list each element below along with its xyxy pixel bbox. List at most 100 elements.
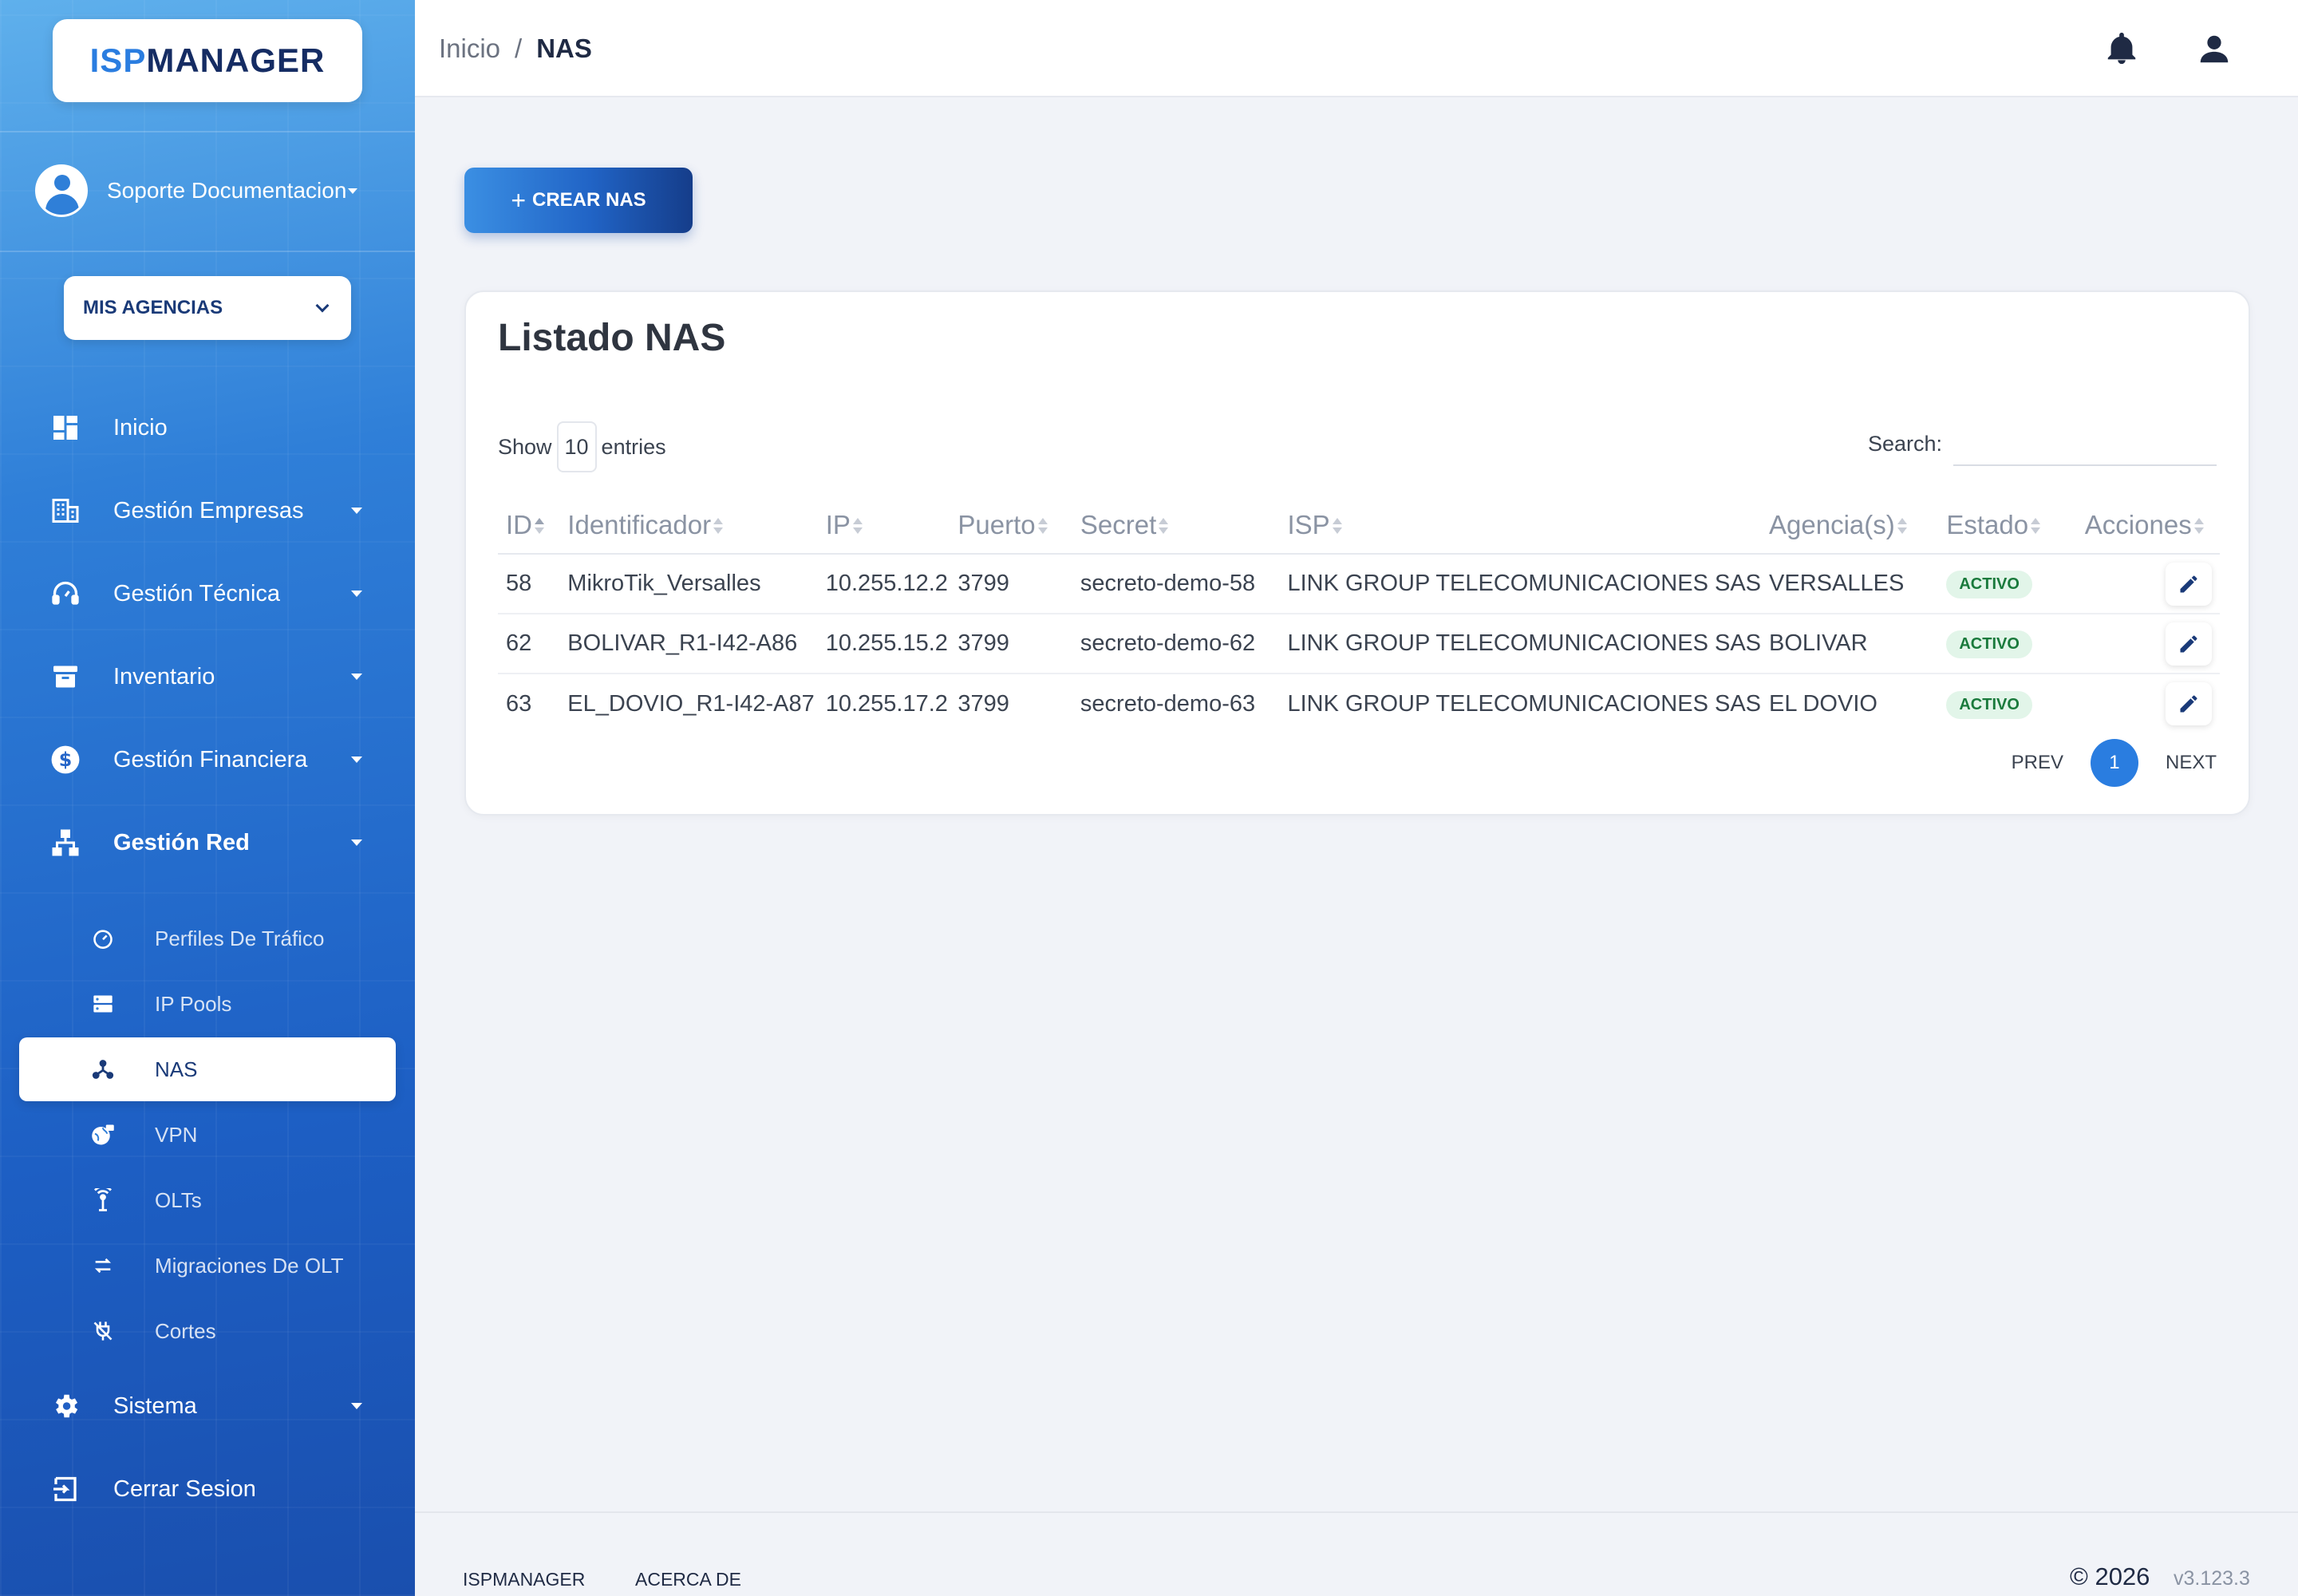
pencil-icon [2180,635,2197,652]
sidebar-item-inicio[interactable]: Inicio [0,402,415,453]
cell-puerto: 3799 [958,690,1009,717]
sort-icon [1897,517,1908,535]
footer: ISPMANAGER ACERCA DE © 2026 v3.123.3 [415,1511,2298,1596]
chevron-down-icon [315,298,330,313]
cell-secret: secreto-demo-63 [1080,690,1256,717]
caret-down-icon [351,508,362,514]
globe-lock-icon [91,1123,115,1147]
gear-icon [49,1390,81,1422]
column-header-id[interactable]: ID [498,496,560,555]
sidebar-subitem-olts[interactable]: OLTs [0,1176,415,1224]
sidebar-subitem-label: IP Pools [155,991,232,1016]
swap-icon [91,1254,115,1278]
sidebar-item-gestion-empresas[interactable]: Gestión Empresas [0,485,415,536]
logout-icon [49,1473,81,1505]
sidebar-item-label: Gestión Financiera [113,746,308,772]
sidebar-item-gestion-red[interactable]: Gestión Red [0,817,415,868]
pencil-icon [2180,575,2197,592]
column-header-ip[interactable]: IP [817,496,950,555]
sidebar-item-inventario[interactable]: Inventario [0,651,415,702]
sidebar-subitem-migraciones-olt[interactable]: Migraciones De OLT [0,1242,415,1290]
hub-icon [91,1057,115,1081]
cell-ip: 10.255.12.2 [817,554,950,614]
column-header-puerto[interactable]: Puerto [950,496,1072,555]
cell-id: 58 [498,554,560,614]
search-label: Search: [1867,431,1942,456]
caret-down-icon [351,591,362,597]
breadcrumb-current: NAS [536,34,592,63]
sidebar-subitem-nas[interactable]: NAS [19,1037,396,1101]
sidebar-subitem-ip-pools[interactable]: IP Pools [0,980,415,1028]
sidebar: ISPMANAGER Soporte Documentacion MIS AGE… [0,0,415,1596]
headset-icon [49,578,81,610]
sidebar-subitem-label: NAS [155,1057,198,1081]
edit-button[interactable] [2166,562,2212,606]
cell-estado: ACTIVO [1938,674,2076,733]
user-menu[interactable]: Soporte Documentacion [35,164,358,217]
column-header-secret[interactable]: Secret [1072,496,1280,555]
sidebar-item-sistema[interactable]: Sistema [0,1381,415,1432]
sidebar-subitem-perfiles-trafico[interactable]: Perfiles De Tráfico [0,915,415,962]
sidebar-item-label: Inventario [113,663,215,689]
archive-icon [49,661,81,693]
cell-isp: LINK GROUP TELECOMUNICACIONES SAS [1279,554,1762,614]
cell-estado: ACTIVO [1938,554,2077,614]
sidebar-subitem-cortes[interactable]: Cortes [0,1307,415,1355]
cell-identificador: EL_DOVIO_R1-I42-A87 [567,690,815,717]
footer-copyright: © 2026 [2070,1562,2150,1590]
status-badge: ACTIVO [1946,690,2032,719]
brand-logo[interactable]: ISPMANAGER [53,19,362,102]
table-row: 63 EL_DOVIO_R1-I42-A87 10.255.17.2 3799 … [498,674,2220,733]
caret-down-icon [348,188,358,194]
card-title: Listado NAS [498,317,726,359]
column-header-agencias[interactable]: Agencia(s) [1761,496,1939,555]
user-icon[interactable] [2196,30,2233,67]
breadcrumb-home[interactable]: Inicio [439,34,500,64]
cell-identificador: MikroTik_Versalles [559,554,818,614]
speedometer-icon [91,926,115,950]
search-input[interactable] [1953,421,2217,466]
sidebar-divider [0,131,415,132]
sidebar-divider [0,251,415,252]
cell-acciones [2076,614,2220,674]
pagination-page-current[interactable]: 1 [2090,739,2138,787]
column-header-estado[interactable]: Estado [1938,496,2077,555]
status-badge: ACTIVO [1946,630,2032,658]
column-header-isp[interactable]: ISP [1279,496,1762,555]
pagination-prev[interactable]: PREV [2012,752,2063,774]
breadcrumb-separator: / [515,34,523,63]
cell-identificador: BOLIVAR_R1-I42-A86 [559,614,818,674]
pencil-icon [2180,695,2197,713]
cell-acciones [2076,554,2220,614]
pagination-next[interactable]: NEXT [2166,752,2217,774]
sidebar-subitem-label: Migraciones De OLT [155,1253,344,1278]
column-header-acciones[interactable]: Acciones [2076,496,2220,555]
create-nas-button[interactable]: + CREAR NAS [464,168,693,233]
agency-dropdown[interactable]: MIS AGENCIAS [64,276,351,340]
server-icon [91,992,115,1016]
cell-ip: 10.255.15.2 [817,614,950,674]
edit-button[interactable] [2166,682,2212,725]
bell-icon[interactable] [2103,30,2140,67]
cell-agencia: VERSALLES [1761,554,1939,614]
footer-link-ispmanager[interactable]: ISPMANAGER [463,1569,585,1590]
sidebar-subitem-vpn[interactable]: VPN [0,1111,415,1159]
cell-secret: secreto-demo-62 [1072,614,1280,674]
table-row: 62 BOLIVAR_R1-I42-A86 10.255.15.2 3799 s… [498,614,2220,674]
brand-logo-text: ISPMANAGER [89,41,326,79]
status-badge: ACTIVO [1946,571,2032,598]
sort-icon [534,517,545,535]
sidebar-item-gestion-financiera[interactable]: $ Gestión Financiera [0,734,415,785]
sidebar-item-gestion-tecnica[interactable]: Gestión Técnica [0,568,415,619]
table-row: 58 MikroTik_Versalles 10.255.12.2 3799 s… [498,554,2220,614]
pagination: PREV 1 NEXT [2012,739,2217,787]
sidebar-item-cerrar-sesion[interactable]: Cerrar Sesion [0,1464,415,1515]
entries-select[interactable]: 10 [556,421,597,472]
edit-button[interactable] [2166,622,2212,666]
cell-id: 62 [498,614,560,674]
cell-acciones [2077,674,2220,733]
sidebar-subitem-label: Cortes [155,1318,216,1343]
dashboard-icon [49,412,81,444]
column-header-identificador[interactable]: Identificador [559,496,818,555]
footer-link-acerca-de[interactable]: ACERCA DE [635,1569,741,1590]
